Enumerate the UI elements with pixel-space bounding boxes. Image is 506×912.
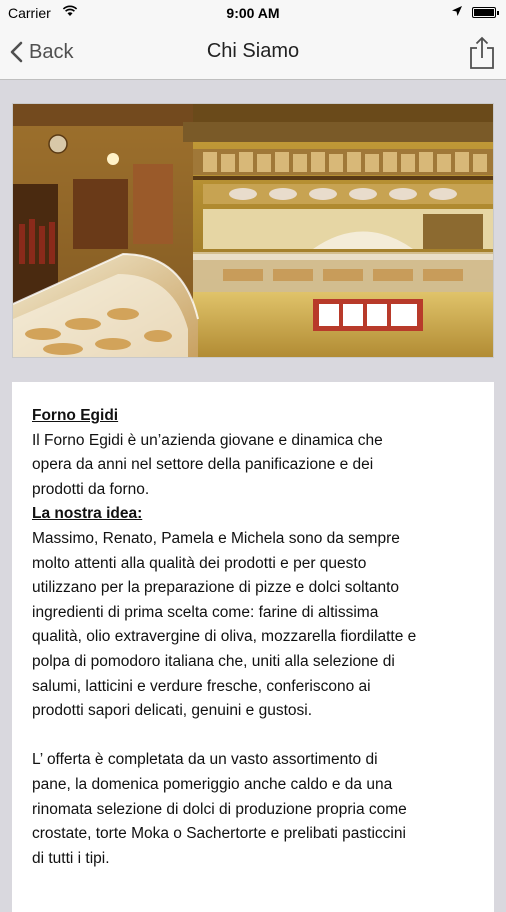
battery-icon <box>472 7 499 18</box>
body-line: ingredienti di prima scelta come: farine… <box>32 603 379 621</box>
share-button[interactable] <box>468 36 496 70</box>
body-line: prodotti da forno. <box>32 480 150 498</box>
about-text-card: Forno Egidi Il Forno Egidi è un’azienda … <box>12 382 494 912</box>
status-bar: Carrier 9:00 AM <box>0 0 506 26</box>
bakery-interior-photo <box>13 104 493 357</box>
share-icon <box>470 36 494 69</box>
body-line: Il Forno Egidi è un’azienda giovane e di… <box>32 431 383 449</box>
section-title-nostra-idea: La nostra idea: <box>32 505 143 523</box>
section-title-forno-egidi: Forno Egidi <box>32 407 119 424</box>
body-line: crostate, torte Moka o Sachertorte e pre… <box>32 825 406 843</box>
body-line: salumi, latticini e verdure fresche, con… <box>32 677 371 695</box>
body-line: molto attenti alla qualità dei prodotti … <box>32 554 367 572</box>
body-line: polpa di pomodoro italiana che, uniti al… <box>32 652 395 670</box>
body-line: rinomata selezione di dolci di produzion… <box>32 800 407 818</box>
body-line: opera da anni nel settore della panifica… <box>32 456 374 474</box>
page-title: Chi Siamo <box>206 40 300 62</box>
body-line: L’ offerta è completata da un vasto asso… <box>32 751 378 769</box>
body-line: qualità, olio extravergine di oliva, moz… <box>32 628 417 646</box>
body-line: prodotti sapori delicati, genuini e gust… <box>32 702 313 720</box>
body-line: utilizzano per la preparazione di pizze … <box>32 579 400 597</box>
body-line: pane, la domenica pomeriggio anche caldo… <box>32 775 393 793</box>
location-arrow-icon <box>451 4 463 20</box>
body-line: di tutti i tipi. <box>32 849 110 867</box>
body-line: Massimo, Renato, Pamela e Michela sono d… <box>32 529 400 547</box>
photo-gallery[interactable] <box>12 103 494 358</box>
navigation-bar: Back Chi Siamo <box>0 26 506 80</box>
clock: 9:00 AM <box>226 5 280 21</box>
